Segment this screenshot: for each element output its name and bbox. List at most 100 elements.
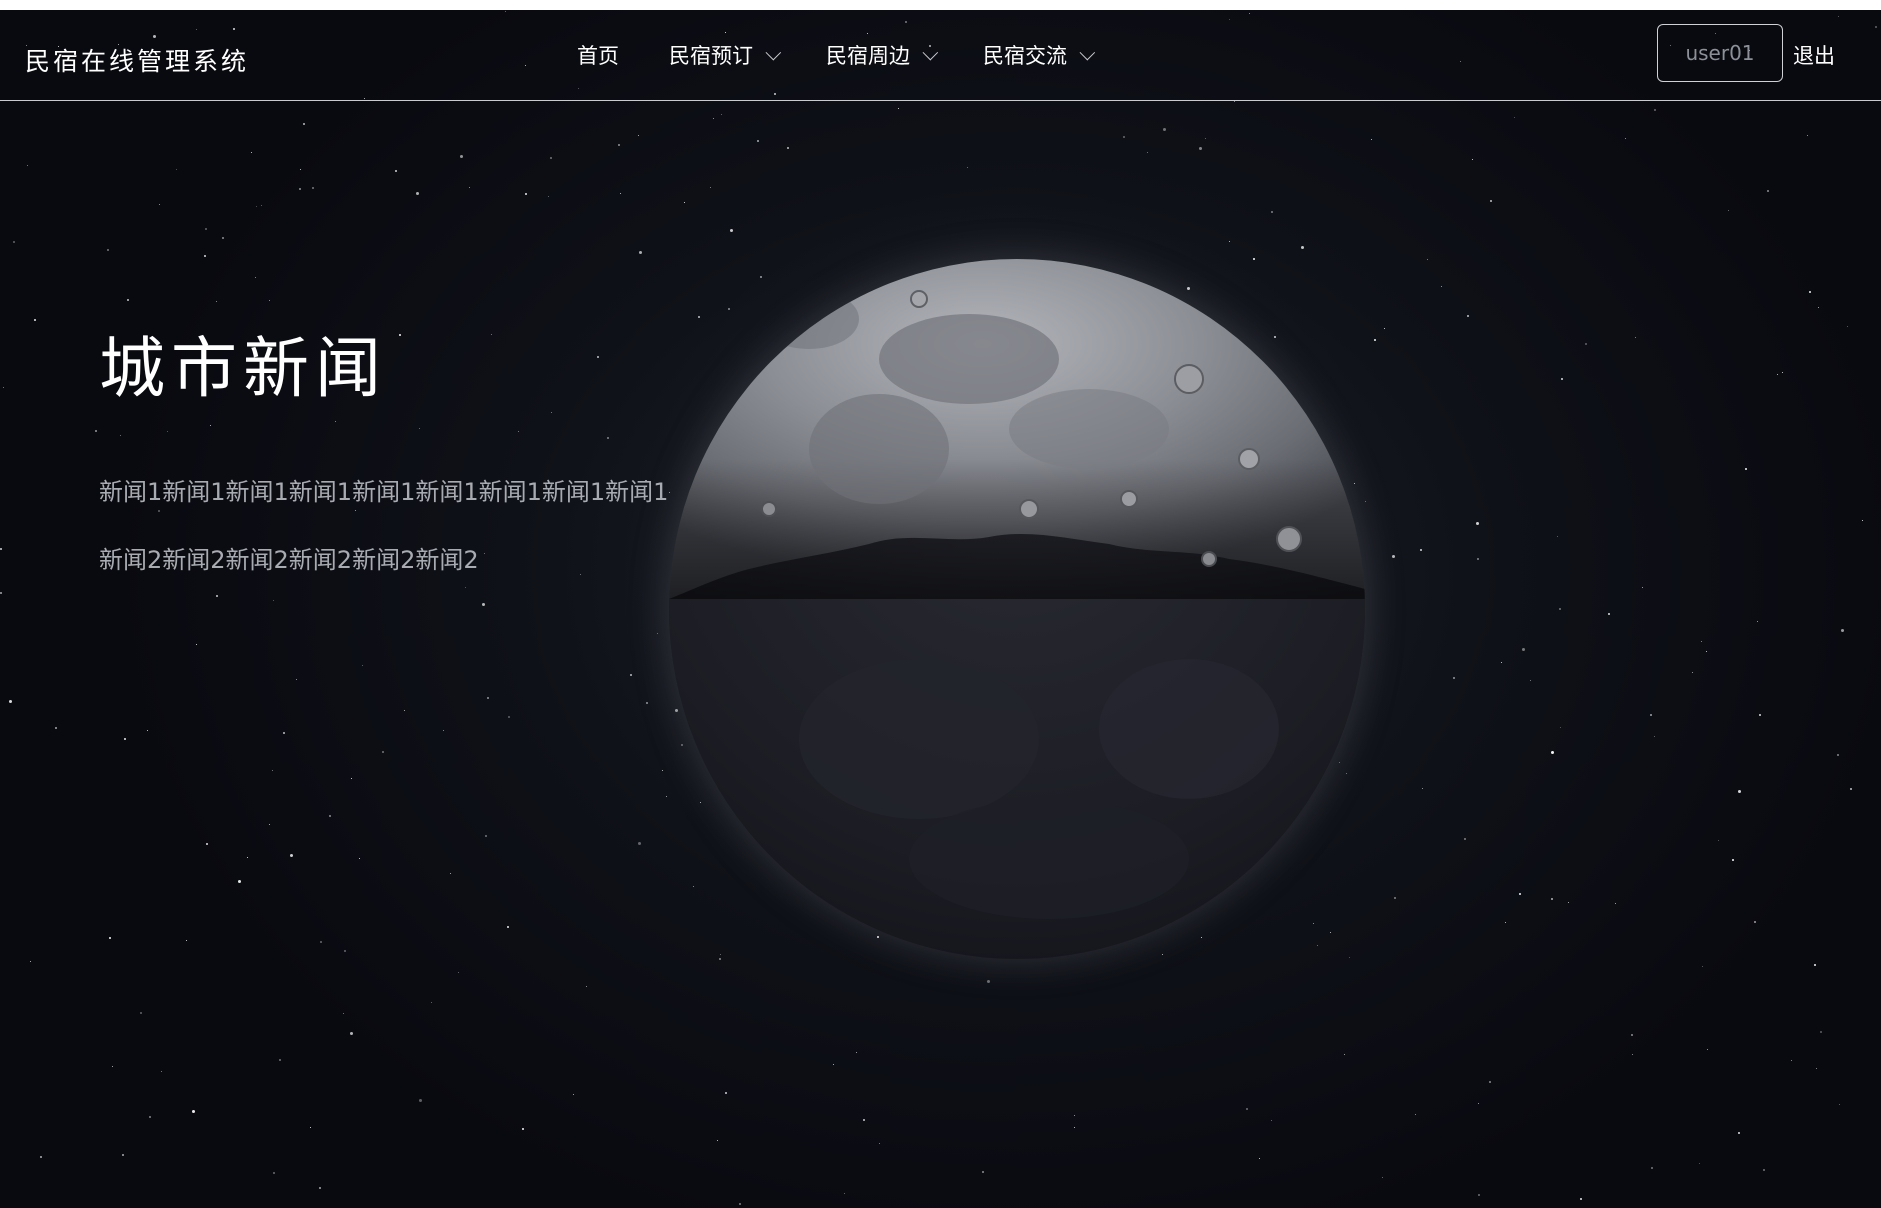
nav-item-surroundings[interactable]: 民宿周边 bbox=[826, 40, 939, 70]
news-item[interactable]: 新闻2新闻2新闻2新闻2新闻2新闻2 bbox=[99, 540, 479, 575]
star bbox=[1692, 672, 1693, 673]
star bbox=[639, 251, 642, 254]
star bbox=[1651, 1167, 1653, 1169]
star bbox=[1489, 1081, 1491, 1083]
star bbox=[725, 1092, 727, 1094]
star bbox=[469, 187, 470, 188]
star bbox=[1807, 135, 1808, 136]
logout-button[interactable]: 退出 bbox=[1793, 40, 1835, 70]
star bbox=[1530, 680, 1531, 681]
star bbox=[1472, 159, 1473, 160]
star bbox=[107, 249, 109, 251]
star bbox=[1850, 788, 1852, 790]
star bbox=[273, 1172, 275, 1174]
star bbox=[1615, 903, 1616, 904]
star bbox=[1718, 840, 1719, 841]
star bbox=[355, 510, 356, 511]
star bbox=[720, 954, 721, 955]
star bbox=[359, 858, 360, 859]
site-brand[interactable]: 民宿在线管理系统 bbox=[25, 42, 249, 78]
star bbox=[1476, 522, 1479, 525]
star bbox=[13, 241, 15, 243]
star bbox=[404, 710, 405, 711]
star bbox=[222, 237, 224, 239]
star bbox=[206, 843, 208, 845]
star bbox=[1585, 343, 1587, 345]
news-item[interactable]: 新闻1新闻1新闻1新闻1新闻1新闻1新闻1新闻1新闻1 bbox=[99, 472, 689, 507]
star bbox=[1763, 1169, 1765, 1171]
star bbox=[416, 192, 419, 195]
star bbox=[1699, 1163, 1700, 1164]
star bbox=[833, 1064, 834, 1065]
star bbox=[30, 961, 31, 962]
star bbox=[1814, 964, 1816, 966]
star bbox=[1205, 138, 1206, 139]
star bbox=[279, 1059, 281, 1061]
star bbox=[251, 152, 252, 153]
star bbox=[1847, 326, 1848, 327]
star bbox=[638, 842, 641, 845]
star bbox=[1371, 139, 1372, 140]
star bbox=[431, 1002, 432, 1003]
star bbox=[419, 1099, 422, 1102]
star bbox=[458, 972, 459, 973]
star bbox=[1568, 902, 1569, 903]
star bbox=[1625, 138, 1626, 139]
star bbox=[159, 204, 160, 205]
nav-item-home[interactable]: 首页 bbox=[577, 40, 619, 70]
username-box[interactable]: user01 bbox=[1657, 24, 1783, 82]
star bbox=[290, 854, 293, 857]
star bbox=[450, 873, 451, 874]
star bbox=[1707, 1049, 1708, 1050]
star bbox=[1074, 1127, 1075, 1128]
star bbox=[863, 1119, 865, 1121]
star bbox=[1654, 736, 1655, 737]
star bbox=[299, 188, 301, 190]
star bbox=[395, 170, 397, 172]
star bbox=[710, 187, 711, 188]
star bbox=[196, 644, 197, 645]
star bbox=[343, 1013, 344, 1014]
star bbox=[1728, 210, 1729, 211]
star bbox=[399, 334, 401, 336]
star bbox=[550, 157, 552, 159]
star bbox=[140, 1012, 142, 1014]
star bbox=[1551, 751, 1554, 754]
star bbox=[320, 941, 322, 943]
star bbox=[3, 387, 4, 388]
page: 民宿在线管理系统 首页 民宿预订 民宿周边 民宿交流 user01 退出 城市新… bbox=[0, 10, 1881, 1208]
star bbox=[122, 1154, 124, 1156]
star bbox=[1464, 838, 1466, 840]
star bbox=[1477, 558, 1479, 560]
star bbox=[1820, 1031, 1822, 1033]
star bbox=[1330, 932, 1331, 933]
star bbox=[344, 950, 346, 952]
star bbox=[210, 425, 211, 426]
star bbox=[120, 435, 121, 436]
star bbox=[620, 193, 621, 194]
star bbox=[1453, 677, 1455, 679]
star bbox=[618, 144, 620, 146]
nav-item-label: 民宿预订 bbox=[669, 44, 753, 68]
star bbox=[1862, 520, 1863, 521]
star bbox=[1706, 651, 1707, 652]
chevron-down-icon bbox=[765, 44, 782, 60]
star bbox=[1422, 788, 1423, 789]
star bbox=[351, 778, 352, 779]
star bbox=[216, 595, 218, 597]
star bbox=[1759, 714, 1761, 716]
star bbox=[272, 770, 273, 771]
star bbox=[261, 205, 262, 206]
star bbox=[329, 815, 331, 817]
nav-item-community[interactable]: 民宿交流 bbox=[983, 40, 1096, 70]
star bbox=[1580, 1198, 1582, 1200]
star bbox=[1608, 613, 1610, 615]
nav-item-booking[interactable]: 民宿预订 bbox=[669, 40, 782, 70]
star bbox=[1559, 608, 1561, 610]
star bbox=[713, 118, 714, 119]
star bbox=[1837, 754, 1839, 756]
star bbox=[522, 1128, 524, 1130]
star bbox=[1560, 727, 1561, 728]
chevron-down-icon bbox=[1079, 44, 1096, 60]
star bbox=[1427, 259, 1428, 260]
